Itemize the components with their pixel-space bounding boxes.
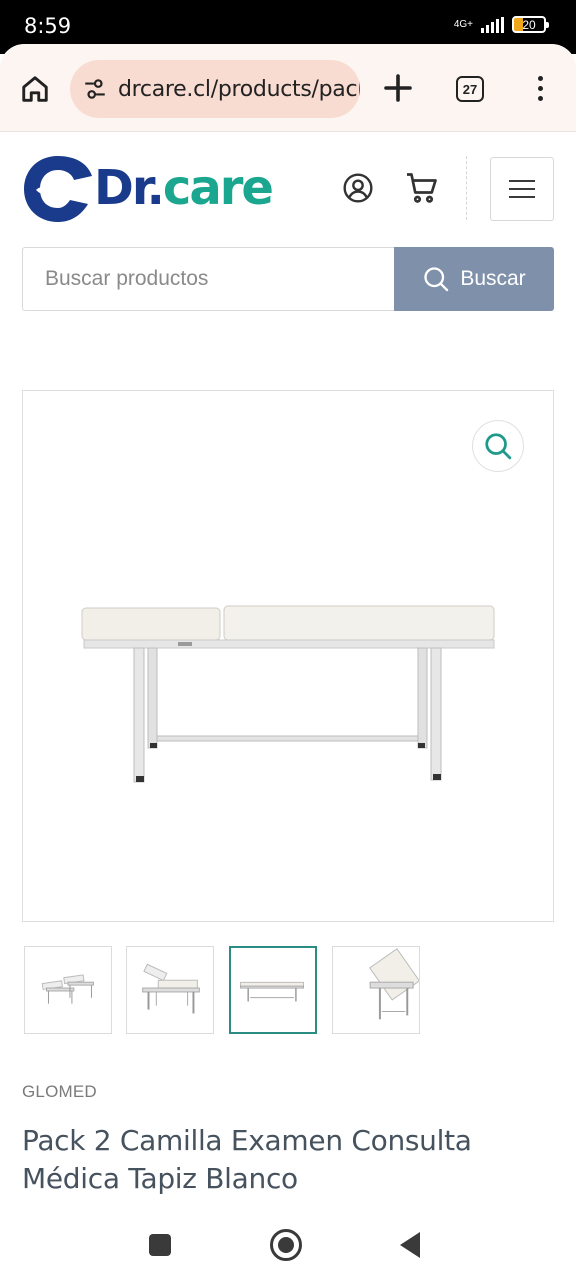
exam-table-image [81,605,495,783]
search-button[interactable]: Buscar [394,247,554,311]
home-nav-icon[interactable] [270,1229,302,1261]
menu-icon[interactable] [490,157,554,221]
new-tab-button[interactable] [380,70,416,106]
thumbnail-4[interactable] [332,946,420,1034]
battery-icon: 20 [512,16,549,33]
status-indicators: 4G+ 20 [453,16,549,33]
url-text: drcare.cl/products/pack-2-camilla [118,76,360,102]
account-icon[interactable] [342,172,374,204]
battery-level: 20 [522,17,536,32]
address-bar[interactable]: drcare.cl/products/pack-2-camilla [70,60,360,118]
thumb-flat-front [240,981,305,1002]
thumbnail-1[interactable] [24,946,112,1034]
browser-toolbar: drcare.cl/products/pack-2-camilla 27 [0,44,576,132]
zoom-icon [485,433,512,460]
search-button-label: Buscar [460,267,526,290]
product-title: Pack 2 Camilla Examen Consulta Médica Ta… [22,1124,472,1195]
logo-wordmark: Dr.care [94,160,274,216]
search-icon [424,267,449,292]
more-vert-icon[interactable] [530,70,550,106]
header-divider [466,156,467,220]
site-logo[interactable]: Dr.care [22,152,274,226]
thumb-raised-side [369,948,419,1020]
zoom-button[interactable] [472,420,524,472]
back-icon[interactable] [400,1232,420,1258]
thumbnail-3[interactable] [229,946,317,1034]
network-indicator: 4G+ [453,18,473,30]
product-brand[interactable]: GLOMED [22,1082,97,1102]
logo-mark-icon [24,156,92,222]
search-input[interactable] [22,247,394,311]
signal-icon [481,16,504,33]
site-settings-icon[interactable] [82,76,108,102]
home-icon[interactable] [16,70,54,108]
cart-icon[interactable] [404,170,440,206]
thumb-raised-back [142,963,200,1014]
recents-icon[interactable] [149,1234,171,1256]
thumb-pair [41,974,94,1004]
status-time: 8:59 [24,14,72,38]
plus-icon [384,74,412,102]
tabs-icon[interactable]: 27 [456,76,484,102]
thumbnail-2[interactable] [126,946,214,1034]
android-nav-bar [0,1210,576,1280]
